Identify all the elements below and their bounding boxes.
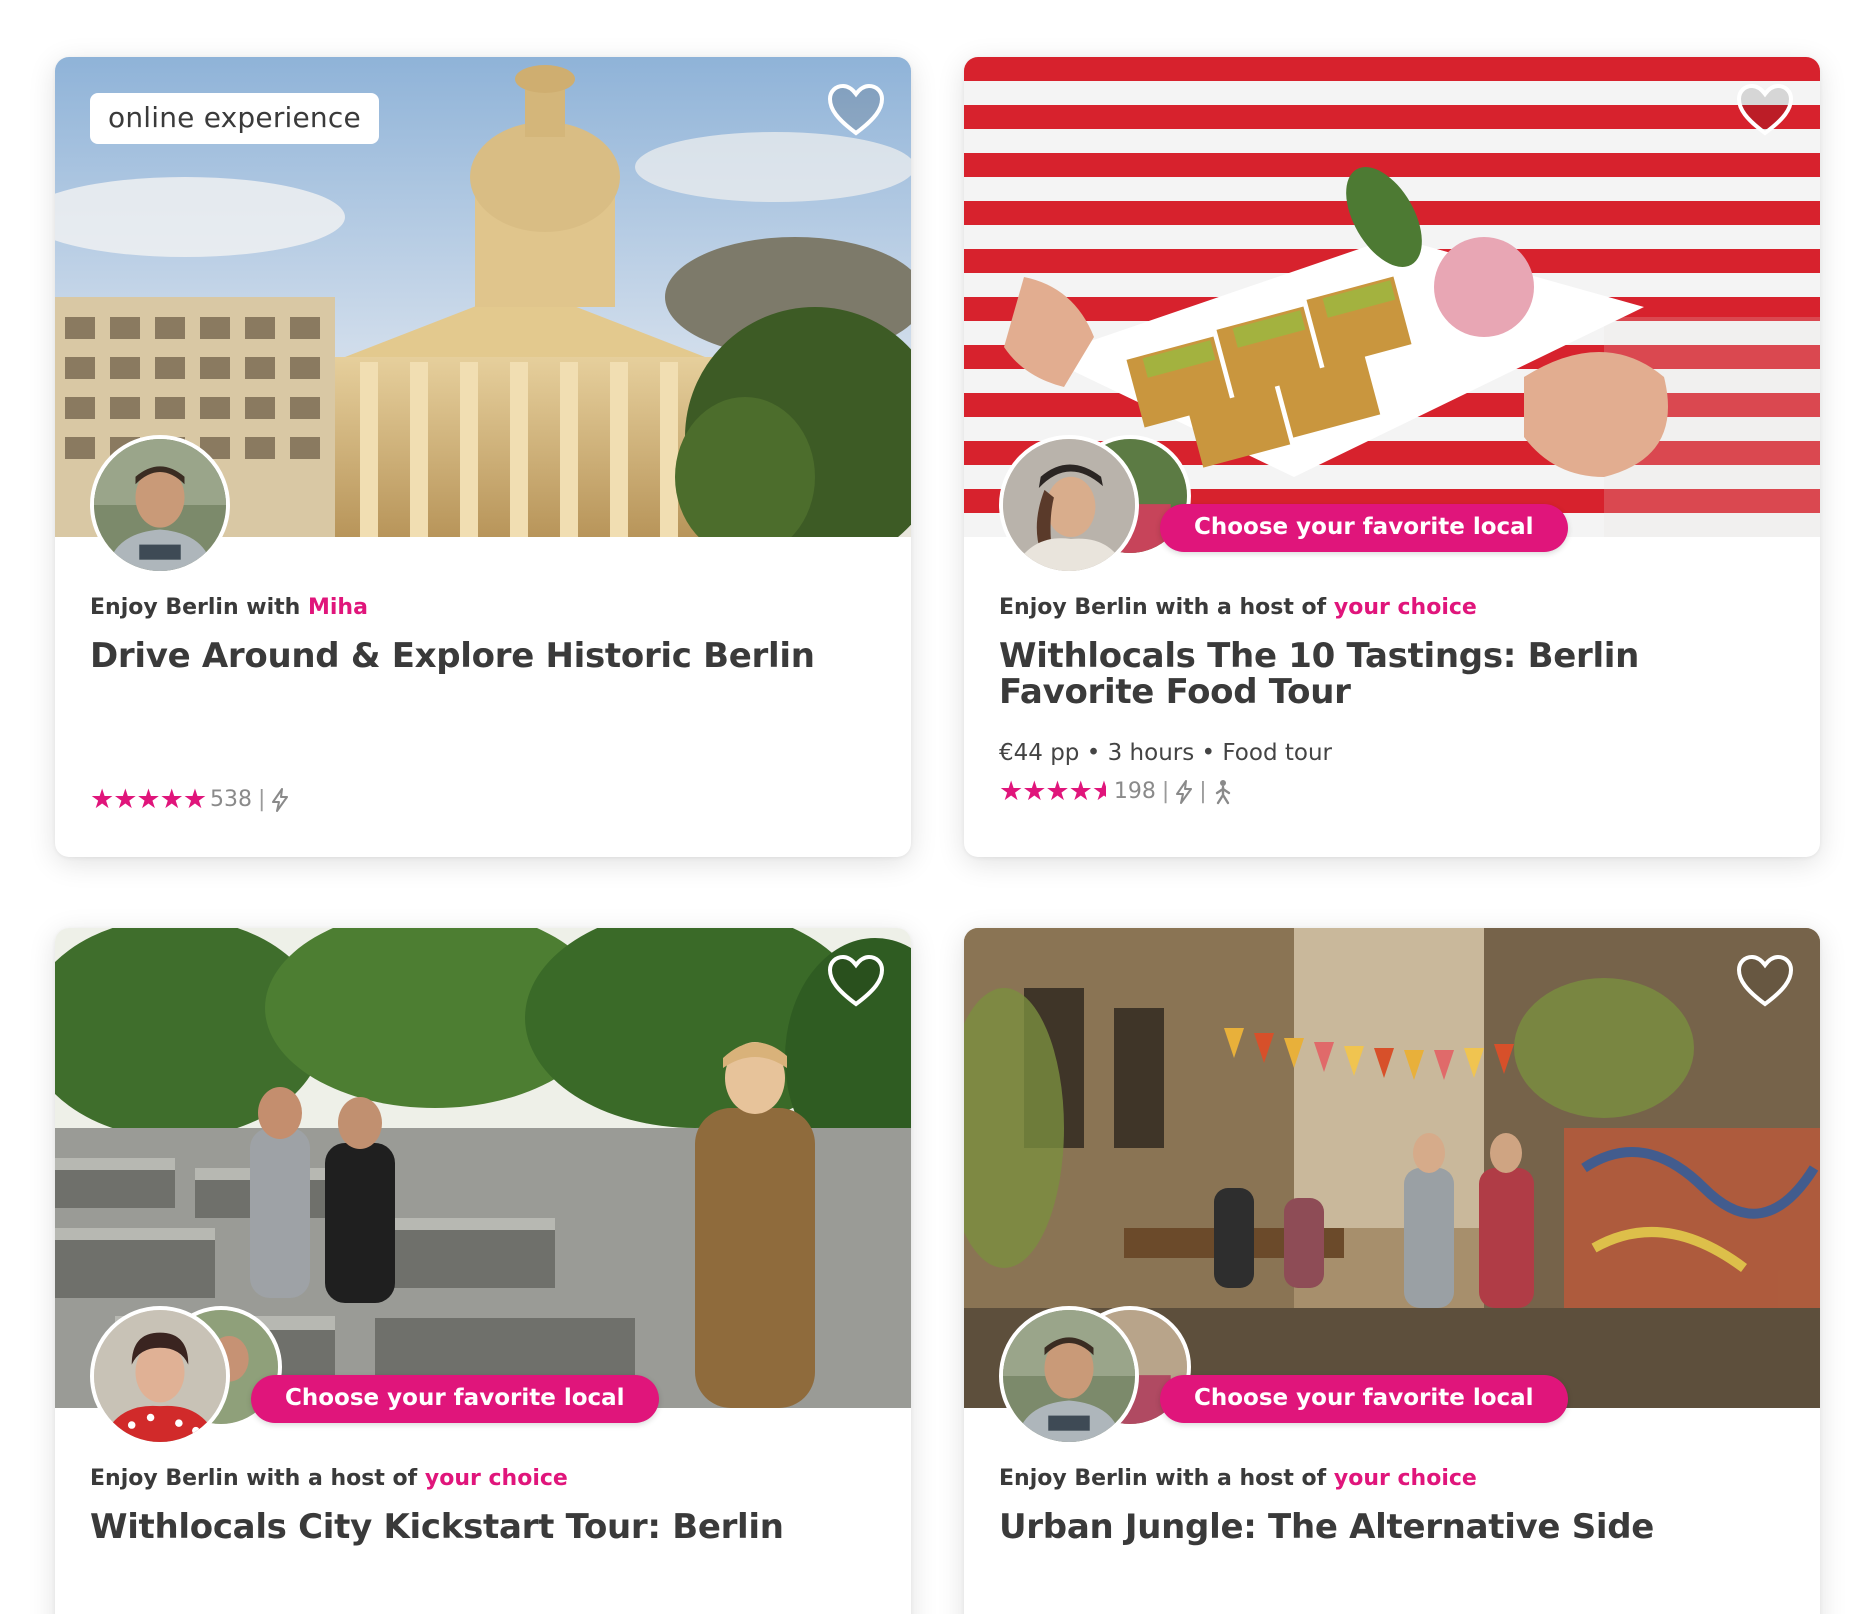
half-star-icon: ★	[1091, 776, 1106, 807]
walking-icon	[1215, 779, 1230, 804]
experience-meta: €44 pp • 3 hours • Food tour	[999, 740, 1332, 766]
online-experience-badge: online experience	[90, 93, 379, 144]
choose-local-button[interactable]: Choose your favorite local	[1160, 504, 1568, 552]
card-image-area[interactable]: Choose your favorite local	[55, 928, 911, 1446]
experience-title[interactable]: Drive Around & Explore Historic Berlin	[90, 638, 876, 674]
review-count: 538	[210, 787, 253, 812]
host-line: Enjoy Berlin with a host of your choice	[90, 1466, 876, 1491]
separator: |	[1199, 779, 1207, 804]
experience-title[interactable]: Urban Jungle: The Alternative Side	[999, 1509, 1785, 1545]
rating-row: ★★★★★ 538 |	[90, 784, 876, 815]
choose-local-button[interactable]: Choose your favorite local	[1160, 1375, 1568, 1423]
experience-card[interactable]: Choose your favorite local Enjoy Berlin …	[964, 928, 1820, 1614]
separator: |	[258, 787, 266, 812]
instant-booking-icon	[272, 787, 289, 812]
experience-card[interactable]: Choose your favorite local Enjoy Berlin …	[55, 928, 911, 1614]
favorite-heart-icon[interactable]	[1736, 83, 1794, 137]
favorite-heart-icon[interactable]	[827, 954, 885, 1008]
host-choice-link[interactable]: your choice	[1334, 595, 1477, 620]
host-line: Enjoy Berlin with Miha	[90, 595, 876, 620]
host-prefix: Enjoy Berlin with	[90, 595, 308, 620]
host-line: Enjoy Berlin with a host of your choice	[999, 595, 1785, 620]
experience-card[interactable]: online experience Enjoy Berlin with Miha	[55, 57, 911, 857]
host-prefix: Enjoy Berlin with a host of	[999, 1466, 1334, 1491]
review-count: 198	[1113, 779, 1156, 804]
choose-local-button[interactable]: Choose your favorite local	[251, 1375, 659, 1423]
card-image-area[interactable]: Choose your favorite local	[964, 57, 1820, 575]
host-name-link[interactable]: Miha	[308, 595, 368, 620]
experience-grid: online experience Enjoy Berlin with Miha	[0, 0, 1864, 1614]
separator: |	[1161, 779, 1170, 804]
host-avatar[interactable]	[90, 1306, 230, 1446]
rating-row: ★★★★★ 198 | |	[999, 776, 1785, 807]
rating-stars: ★★★★★	[999, 776, 1106, 807]
host-prefix: Enjoy Berlin with a host of	[90, 1466, 425, 1491]
host-avatar[interactable]	[999, 435, 1139, 575]
host-choice-link[interactable]: your choice	[1334, 1466, 1477, 1491]
host-line: Enjoy Berlin with a host of your choice	[999, 1466, 1785, 1491]
favorite-heart-icon[interactable]	[1736, 954, 1794, 1008]
favorite-heart-icon[interactable]	[827, 83, 885, 137]
experience-card[interactable]: Choose your favorite local Enjoy Berlin …	[964, 57, 1820, 857]
host-prefix: Enjoy Berlin with a host of	[999, 595, 1334, 620]
rating-stars-full: ★★★★	[999, 776, 1093, 807]
host-avatar[interactable]	[90, 435, 230, 575]
instant-booking-icon	[1176, 779, 1193, 804]
card-image-area[interactable]: online experience	[55, 57, 911, 575]
experience-title[interactable]: Withlocals The 10 Tastings: Berlin Favor…	[999, 638, 1785, 710]
rating-stars: ★★★★★	[90, 784, 207, 815]
host-choice-link[interactable]: your choice	[425, 1466, 568, 1491]
experience-title[interactable]: Withlocals City Kickstart Tour: Berlin	[90, 1509, 876, 1545]
card-image-area[interactable]: Choose your favorite local	[964, 928, 1820, 1446]
host-avatar[interactable]	[999, 1306, 1139, 1446]
